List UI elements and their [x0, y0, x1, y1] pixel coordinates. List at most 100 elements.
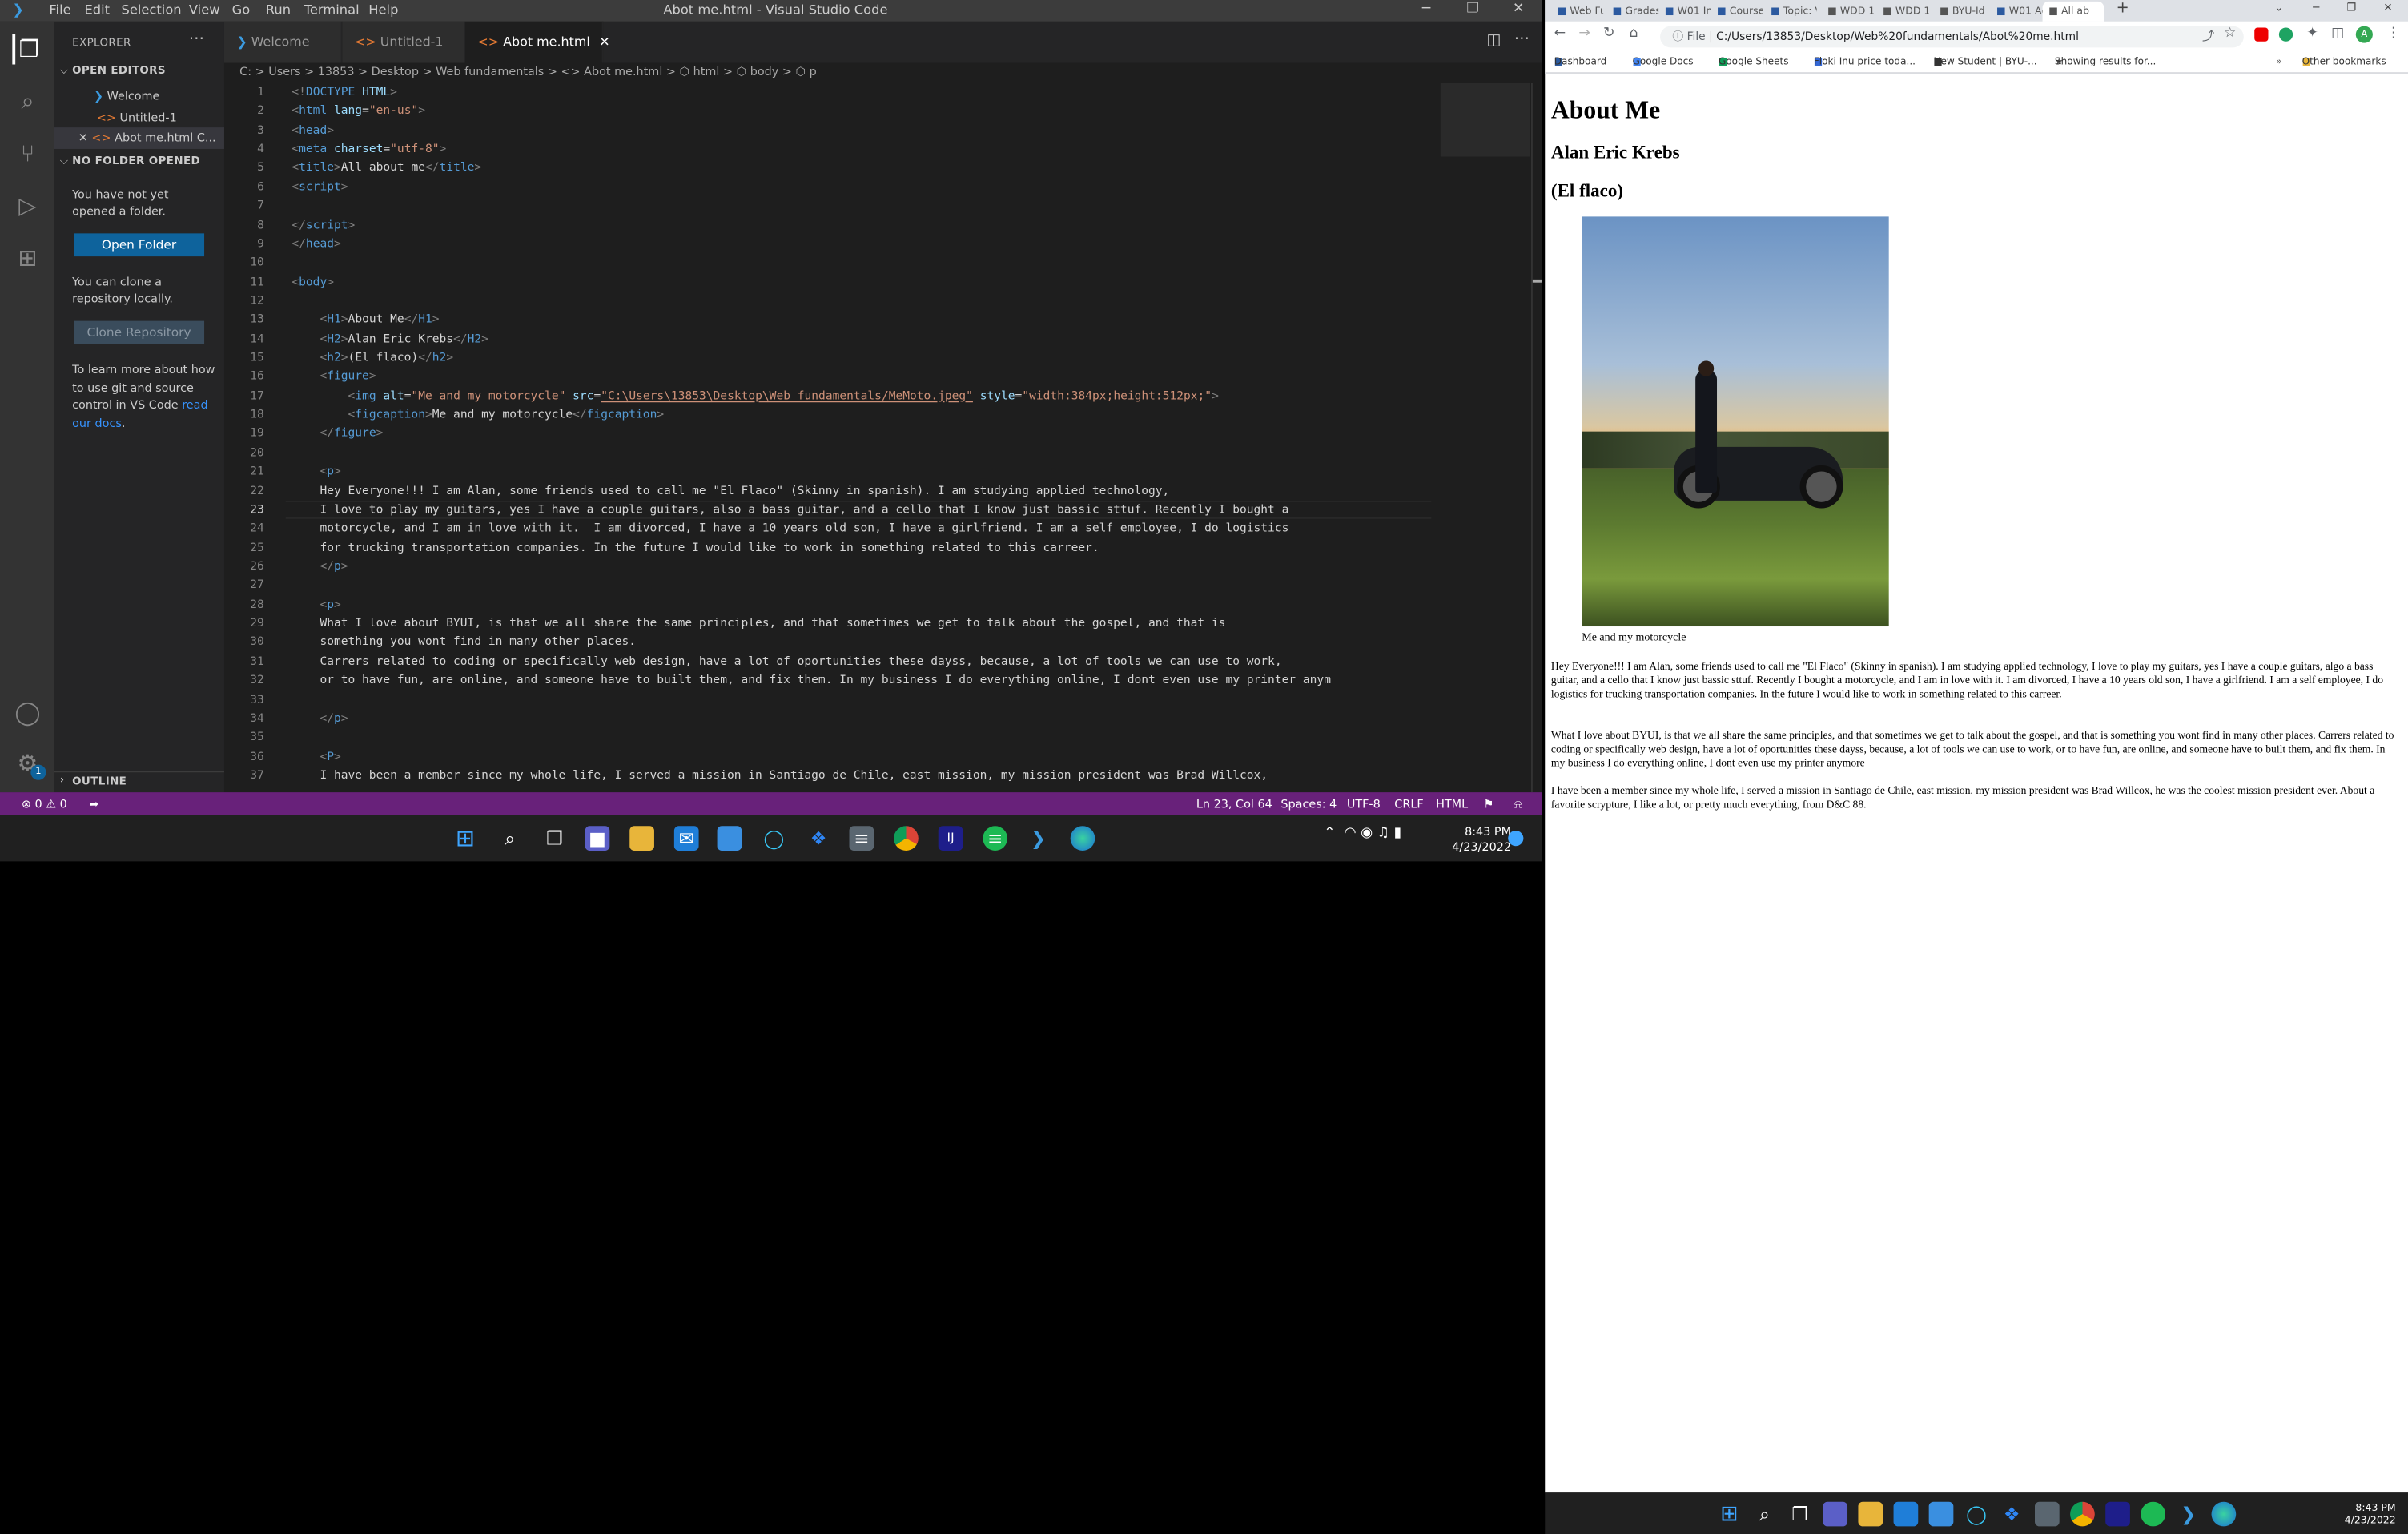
code-line[interactable]: </figure> — [291, 425, 1431, 444]
open-editor-welcome[interactable]: ❯ Welcome — [94, 86, 224, 106]
system-tray[interactable]: ⌃ ◠ ◉ ♫ ▮ — [1324, 826, 1401, 841]
url-bar[interactable]: ⓘ File | C:/Users/13853/Desktop/Web%20fu… — [1660, 26, 2244, 48]
open-editors-header[interactable]: OPEN EDITORS — [72, 65, 166, 77]
code-line[interactable]: </p> — [291, 558, 1431, 577]
search-icon[interactable]: ⌕ — [12, 86, 42, 116]
menu-go[interactable]: Go — [232, 3, 251, 18]
menu-run[interactable]: Run — [266, 3, 291, 18]
more-actions-icon[interactable]: ⋯ — [1514, 30, 1530, 47]
home-icon[interactable]: ⌂ — [1630, 26, 1638, 42]
outline-header[interactable]: OUTLINE — [72, 775, 127, 787]
files-icon[interactable]: ❐ — [12, 34, 42, 65]
code-line[interactable]: <!DOCTYPE HTML> — [291, 83, 1431, 103]
source-control-icon[interactable]: ⑂ — [12, 139, 42, 169]
feedback-icon[interactable]: ⚑ — [1484, 792, 1494, 815]
menu-terminal[interactable]: Terminal — [304, 3, 360, 18]
eol-status[interactable]: CRLF — [1394, 792, 1423, 815]
code-line[interactable]: <h2>(El flaco)</h2> — [291, 348, 1431, 368]
star-icon[interactable]: ☆ — [2224, 26, 2236, 42]
puzzle-icon[interactable]: ✦ — [2306, 26, 2318, 42]
code-line[interactable]: What I love about BYUI, is that we all s… — [291, 614, 1431, 634]
run-debug-icon[interactable]: ▷ — [12, 191, 42, 221]
browser-tab[interactable]: ■ Course — [1711, 2, 1763, 22]
clone-repository-button[interactable]: Clone Repository — [74, 320, 205, 344]
breadcrumb[interactable]: C: > Users > 13853 > Desktop > Web funda… — [223, 62, 1542, 82]
close-icon[interactable]: ✕ — [1513, 2, 1524, 17]
edge-icon[interactable] — [1070, 826, 1095, 851]
code-line[interactable]: or to have fun, are online, and someone … — [291, 671, 1431, 691]
code-line[interactable]: </p> — [291, 709, 1431, 728]
browser-tab[interactable]: ■ WDD 1 — [1821, 2, 1874, 22]
restore-icon[interactable]: ❐ — [2346, 2, 2356, 14]
open-editor-untitled[interactable]: <> Untitled-1 — [97, 107, 227, 127]
tab-welcome[interactable]: ❯ Welcome — [223, 21, 343, 63]
reload-icon[interactable]: ↻ — [1603, 26, 1614, 42]
menu-view[interactable]: View — [189, 3, 220, 18]
bell-icon[interactable]: ⍾ — [1514, 792, 1522, 815]
code-line[interactable]: <head> — [291, 121, 1431, 140]
account-icon[interactable]: ◯ — [12, 697, 42, 727]
mail-icon[interactable] — [1893, 1501, 1919, 1527]
task-view-icon[interactable]: ❐ — [1787, 1502, 1812, 1527]
calculator-icon[interactable]: ≡ — [849, 826, 874, 851]
teams-icon[interactable] — [1823, 1501, 1848, 1527]
code-line[interactable] — [291, 577, 1431, 596]
menu-help[interactable]: Help — [368, 3, 398, 18]
jetbrains-icon[interactable]: IJ — [938, 826, 963, 851]
cortana-icon[interactable]: ◯ — [1964, 1502, 1989, 1527]
chrome-icon[interactable] — [894, 826, 919, 851]
vscode-icon[interactable]: ❯ — [1026, 826, 1051, 851]
edge-icon[interactable] — [2211, 1501, 2237, 1527]
browser-tab[interactable]: ■ All ab — [2042, 1, 2104, 22]
windows-start-icon[interactable]: ⊞ — [453, 826, 478, 851]
code-line[interactable] — [291, 197, 1431, 216]
clock[interactable]: 8:43 PM 4/23/2022 — [1452, 824, 1511, 855]
browser-tab[interactable]: ■ Topic: V — [1764, 2, 1817, 22]
open-editor-about[interactable]: ✕ <> Abot me.html C... — [54, 127, 224, 149]
menu-edit[interactable]: Edit — [84, 3, 110, 18]
code-line[interactable]: <figcaption>Me and my motorcycle</figcap… — [291, 405, 1431, 425]
close-icon[interactable]: ✕ — [2383, 2, 2392, 14]
code-line[interactable]: <body> — [291, 272, 1431, 292]
notification-icon[interactable] — [1508, 831, 1524, 847]
share-icon[interactable]: ⤴ — [2202, 28, 2214, 45]
browser-tab[interactable]: ■ Web Fu — [1551, 2, 1604, 22]
browser-tab[interactable]: ■ W01 Ad — [1990, 2, 2043, 22]
clock[interactable]: 8:43 PM 4/23/2022 — [2345, 1502, 2396, 1527]
code-line[interactable]: <title>All about me</title> — [291, 159, 1431, 178]
spotify-icon[interactable] — [2141, 1501, 2165, 1527]
code-line[interactable]: I have been a member since my whole life… — [291, 766, 1431, 785]
search-icon[interactable]: ⌕ — [497, 826, 522, 851]
code-line[interactable]: <p> — [291, 462, 1431, 481]
chevron-right-icon[interactable]: › — [60, 774, 64, 786]
minimize-icon[interactable]: ─ — [1422, 2, 1430, 17]
code-line[interactable]: <H2>Alan Eric Krebs</H2> — [291, 330, 1431, 349]
teams-icon[interactable]: ■ — [585, 826, 610, 851]
split-editor-icon[interactable]: ◫ — [1486, 32, 1501, 49]
code-line[interactable]: Hey Everyone!!! I am Alan, some friends … — [291, 481, 1431, 501]
code-line[interactable]: <meta charset="utf-8"> — [291, 140, 1431, 159]
language-status[interactable]: HTML — [1436, 792, 1468, 815]
search-icon[interactable]: ⌕ — [1752, 1502, 1777, 1527]
jetbrains-icon[interactable] — [2105, 1501, 2130, 1527]
dropbox-icon[interactable]: ❖ — [2000, 1502, 2024, 1527]
code-line[interactable]: <P> — [291, 747, 1431, 767]
code-line[interactable]: something you wont find in many other pl… — [291, 634, 1431, 653]
code-line[interactable]: <img alt="Me and my motorcycle" src="C:\… — [291, 387, 1431, 406]
code-line[interactable] — [291, 728, 1431, 747]
problems-status[interactable]: ⊗ 0 ⚠ 0 — [22, 792, 67, 815]
new-tab-button[interactable]: + — [2117, 0, 2129, 17]
code-line[interactable] — [291, 444, 1431, 463]
folder-icon[interactable] — [1858, 1501, 1883, 1527]
browser-tab[interactable]: ■ BYU-Id — [1933, 2, 1985, 22]
task-view-icon[interactable]: ❐ — [542, 826, 567, 851]
code-line[interactable]: for trucking transportation companies. I… — [291, 538, 1431, 558]
browser-tab[interactable]: ■ WDD 1 — [1876, 2, 1929, 22]
code-line[interactable]: motorcycle, and I am in love with it. I … — [291, 519, 1431, 538]
encoding-status[interactable]: UTF-8 — [1347, 792, 1381, 815]
code-line[interactable]: <H1>About Me</H1> — [291, 311, 1431, 330]
vscode-icon[interactable]: ❯ — [2176, 1502, 2201, 1527]
more-actions-icon[interactable]: ⋯ — [189, 30, 204, 47]
windows-start-icon[interactable]: ⊞ — [1717, 1502, 1742, 1527]
avatar[interactable]: A — [2355, 26, 2373, 43]
